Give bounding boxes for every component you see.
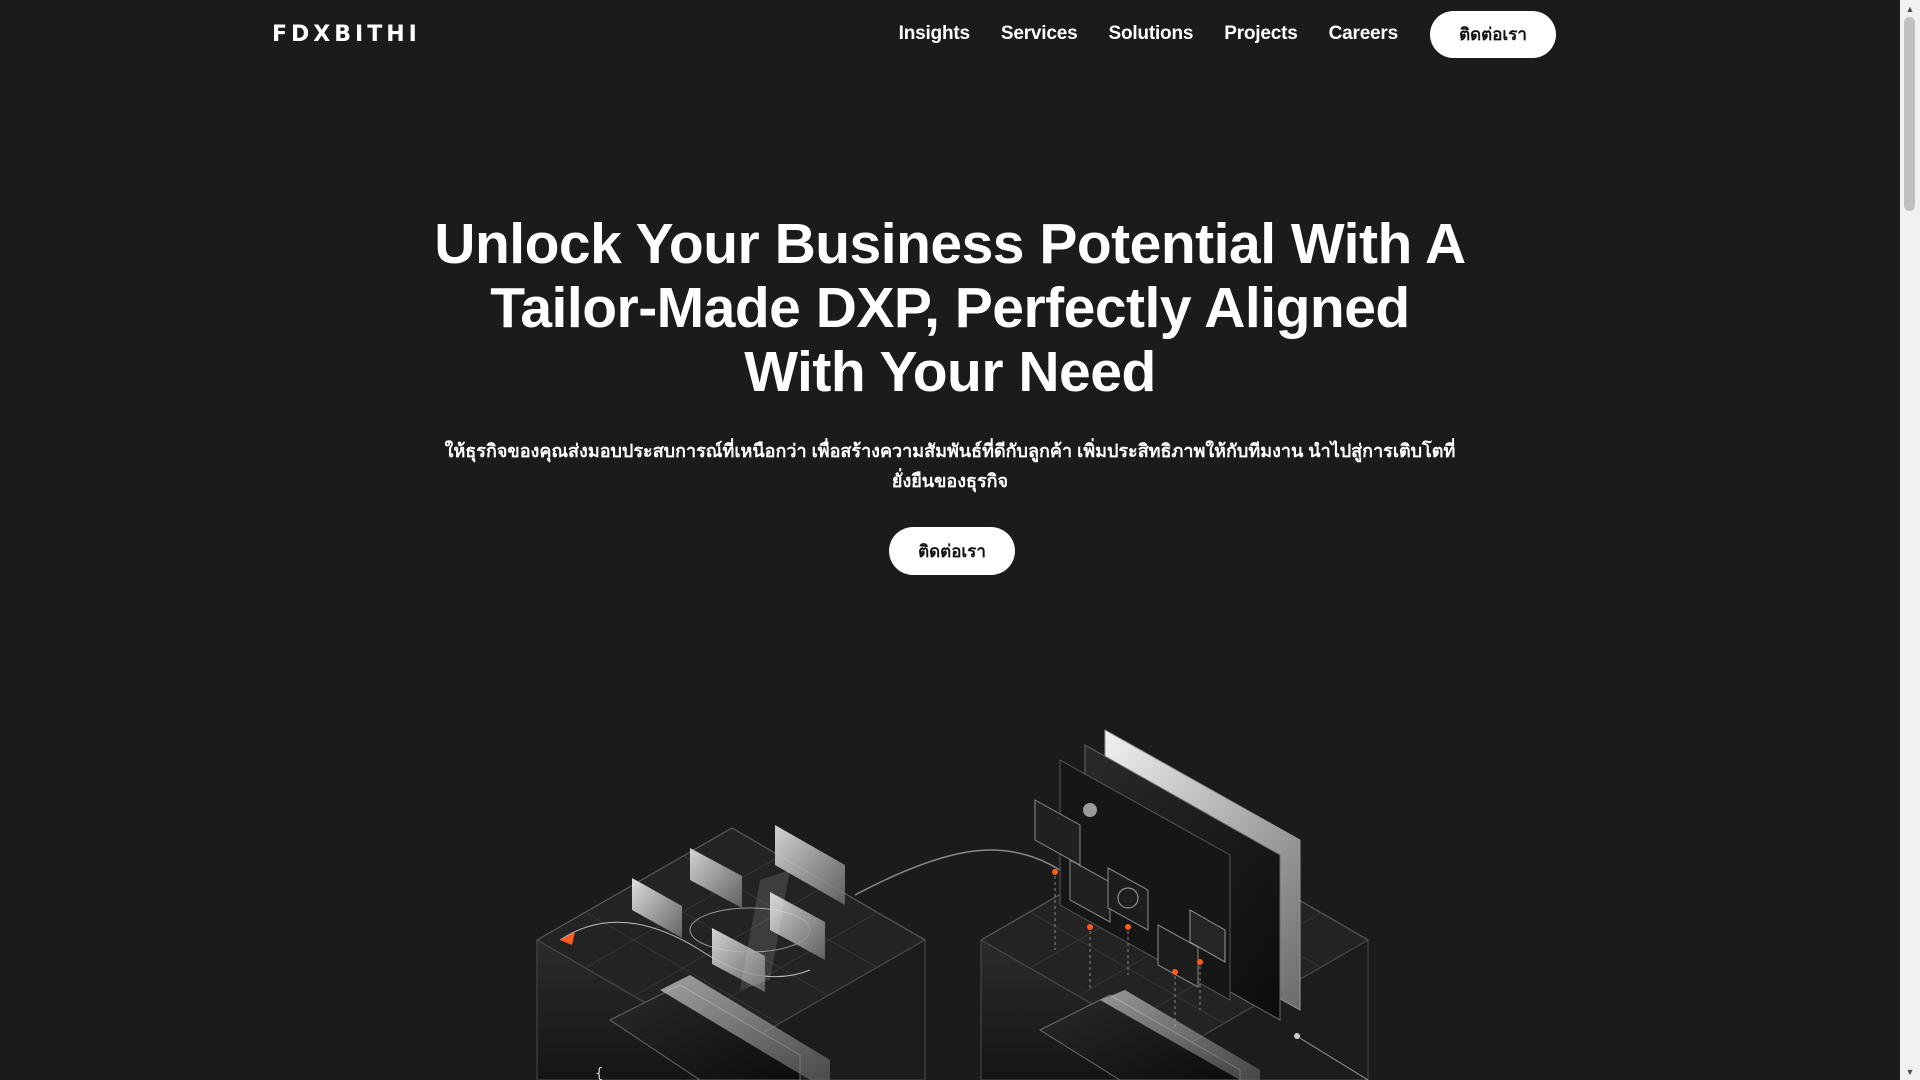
logo[interactable]: FDXBITHI [272,21,421,47]
scroll-up-arrow-icon[interactable]: ▲ [1900,0,1920,17]
header-contact-button[interactable]: ติดต่อเรา [1430,10,1556,58]
page-scrollbar[interactable]: ▲ ▼ [1900,0,1920,1080]
scroll-down-arrow-icon[interactable]: ▼ [1900,1063,1920,1080]
isometric-illustration: { [535,729,1370,1080]
hero-subtitle: ให้ธุรกิจของคุณส่งมอบประสบการณ์ที่เหนือก… [444,441,1456,491]
hero-contact-button[interactable]: ติดต่อเรา [889,527,1015,575]
isometric-cube-right-icon [979,729,1370,1080]
nav-solutions[interactable]: Solutions [1108,23,1193,45]
nav-insights[interactable]: Insights [899,23,970,45]
svg-text:{: { [595,1066,603,1080]
logo-text: FDXBITHI [272,21,421,47]
connector-line-icon [854,849,1081,896]
hero-title: Unlock Your Business Potential With A Ta… [434,212,1466,404]
scroll-thumb[interactable] [1904,17,1915,211]
nav-services[interactable]: Services [1001,23,1078,45]
nav-projects[interactable]: Projects [1224,23,1298,45]
hero-illustration: { [0,700,1900,1080]
main-nav: Insights Services Solutions Projects Car… [899,10,1556,58]
isometric-cube-left-icon: { [535,825,927,1080]
nav-careers[interactable]: Careers [1329,23,1399,45]
page: FDXBITHI Insights Services Solutions Pro… [0,0,1920,1080]
site-header: FDXBITHI Insights Services Solutions Pro… [0,0,1900,70]
